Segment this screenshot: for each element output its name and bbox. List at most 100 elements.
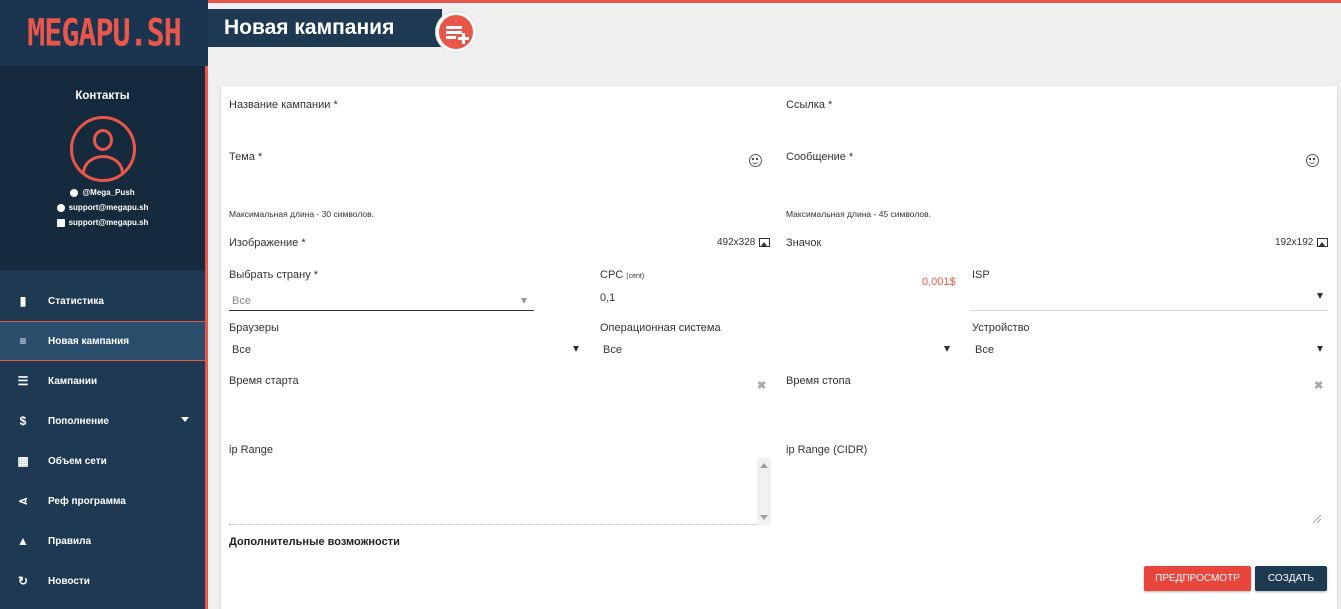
- icon-upload[interactable]: 192x192: [1275, 237, 1329, 248]
- extra-options-toggle[interactable]: Дополнительные возможности: [229, 536, 400, 548]
- os-value: Все: [603, 344, 622, 356]
- isp-select[interactable]: [972, 286, 1327, 311]
- chevron-down-icon: [944, 346, 950, 352]
- os-label: Операционная система: [600, 322, 721, 334]
- email-icon: [56, 218, 65, 227]
- dollar-icon: $: [19, 414, 27, 428]
- link-input[interactable]: [786, 116, 1328, 138]
- ip-range-cidr-label: ip Range (CIDR): [786, 444, 868, 456]
- icon-label: Значок: [786, 237, 822, 249]
- emoji-icon[interactable]: [1306, 154, 1319, 167]
- page-title: Новая кампания: [224, 16, 395, 39]
- os-select[interactable]: Все: [600, 338, 952, 360]
- sidebar: MEGAPU.SH Контакты @Mega_Push support@me…: [0, 0, 208, 609]
- image-label: Изображение *: [229, 237, 306, 249]
- cpc-input[interactable]: 0,1: [600, 292, 615, 304]
- scroll-down-icon[interactable]: [760, 515, 768, 520]
- resize-handle-icon[interactable]: [1313, 515, 1321, 523]
- warning-icon: ▲: [17, 534, 29, 548]
- sidebar-item-rules[interactable]: ▲ Правила: [0, 521, 205, 561]
- chevron-down-icon: [1317, 293, 1323, 299]
- create-button[interactable]: СОЗДАТЬ: [1255, 566, 1327, 591]
- ip-range-label: ip Range: [229, 444, 274, 456]
- contacts-title: Контакты: [75, 90, 130, 102]
- email-contact[interactable]: support@megapu.sh: [0, 218, 205, 227]
- subject-label: Тема *: [229, 151, 263, 163]
- sidebar-item-label: Новости: [48, 575, 90, 587]
- image-icon: [1317, 238, 1329, 247]
- email-address: support@megapu.sh: [68, 218, 149, 227]
- device-value: Все: [975, 344, 994, 356]
- sidebar-item-label: Статистика: [48, 295, 104, 307]
- browsers-label: Браузеры: [229, 322, 279, 334]
- device-select[interactable]: Все: [972, 338, 1327, 360]
- playlist-add-icon: ≡: [19, 334, 27, 348]
- subject-hint: Максимальная длина - 30 символов.: [229, 209, 374, 219]
- sidebar-nav: ▮ Статистика ≡ Новая кампания ☰ Кампании…: [0, 270, 208, 609]
- image-upload[interactable]: 492x328: [717, 237, 771, 248]
- skype-icon: [56, 203, 65, 212]
- message-hint: Максимальная длина - 45 символов.: [786, 209, 931, 219]
- message-label: Сообщение *: [786, 151, 854, 163]
- list-icon: ☰: [17, 374, 29, 388]
- country-label: Выбрать страну *: [229, 269, 319, 281]
- sidebar-item-label: Правила: [48, 535, 92, 547]
- scrollbar[interactable]: [757, 458, 771, 525]
- campaign-name-input[interactable]: [229, 116, 771, 138]
- sidebar-item-label: Пополнение: [48, 415, 109, 427]
- cpc-unit: (cent): [626, 273, 645, 280]
- sidebar-item-network-volume[interactable]: ▦ Объем сети: [0, 441, 205, 481]
- skype-contact[interactable]: support@megapu.sh: [0, 203, 205, 212]
- clear-icon[interactable]: ✖: [757, 379, 766, 392]
- isp-label: ISP: [972, 269, 990, 281]
- telegram-contact[interactable]: @Mega_Push: [0, 188, 205, 197]
- sidebar-item-topup[interactable]: $ Пополнение: [0, 401, 205, 441]
- user-icon: [69, 116, 136, 182]
- page-title-bar: Новая кампания: [208, 9, 442, 47]
- sidebar-item-statistics[interactable]: ▮ Статистика: [0, 281, 205, 321]
- sidebar-item-new-campaign[interactable]: ≡ Новая кампания: [0, 321, 205, 361]
- emoji-icon[interactable]: [749, 154, 762, 167]
- sidebar-item-news[interactable]: ↻ Новости: [0, 561, 205, 601]
- campaign-form: Название кампании * Ссылка * Тема * Макс…: [221, 86, 1337, 609]
- message-input[interactable]: [786, 168, 1306, 190]
- sidebar-item-label: Объем сети: [48, 455, 107, 467]
- ip-range-textarea[interactable]: [229, 458, 771, 525]
- ip-range-cidr-textarea[interactable]: [786, 458, 1328, 525]
- top-accent-line: [208, 0, 1341, 3]
- image-size: 492x328: [717, 237, 756, 248]
- table-icon: ▦: [17, 454, 29, 468]
- stop-time-input[interactable]: [786, 391, 1328, 413]
- share-icon: ⋖: [17, 494, 29, 508]
- browsers-select[interactable]: Все: [229, 338, 581, 360]
- cpc-label: CPC (cent): [600, 269, 645, 281]
- campaign-name-label: Название кампании *: [229, 99, 338, 111]
- sidebar-item-campaigns[interactable]: ☰ Кампании: [0, 361, 205, 401]
- sidebar-item-label: Новая кампания: [48, 335, 130, 347]
- image-icon: [759, 238, 771, 247]
- playlist-add-icon: [436, 12, 476, 52]
- preview-button[interactable]: ПРЕДПРОСМОТР: [1144, 566, 1251, 591]
- bar-chart-icon: ▮: [19, 294, 27, 308]
- refresh-icon: ↻: [17, 574, 29, 588]
- country-select[interactable]: Все: [229, 289, 534, 311]
- skype-handle: support@megapu.sh: [68, 203, 149, 212]
- sidebar-item-label: Кампании: [48, 375, 98, 387]
- clear-icon[interactable]: ✖: [1314, 379, 1323, 392]
- chevron-down-icon: [521, 298, 527, 304]
- sidebar-item-referral[interactable]: ⋖ Реф программа: [0, 481, 205, 521]
- device-label: Устройство: [972, 322, 1030, 334]
- chevron-down-icon: [181, 417, 189, 422]
- start-time-input[interactable]: [229, 391, 771, 413]
- scroll-up-icon[interactable]: [760, 463, 768, 468]
- browsers-value: Все: [232, 344, 251, 356]
- logo[interactable]: MEGAPU.SH: [0, 0, 208, 66]
- contacts-panel: Контакты @Mega_Push support@megapu.sh su…: [0, 66, 208, 270]
- telegram-handle: @Mega_Push: [82, 188, 135, 197]
- icon-size: 192x192: [1275, 237, 1314, 248]
- cpc-price: 0,001$: [922, 276, 956, 288]
- start-time-label: Время старта: [229, 375, 299, 387]
- subject-input[interactable]: [229, 168, 749, 190]
- country-value: Все: [232, 295, 251, 307]
- sidebar-item-label: Реф программа: [48, 495, 126, 507]
